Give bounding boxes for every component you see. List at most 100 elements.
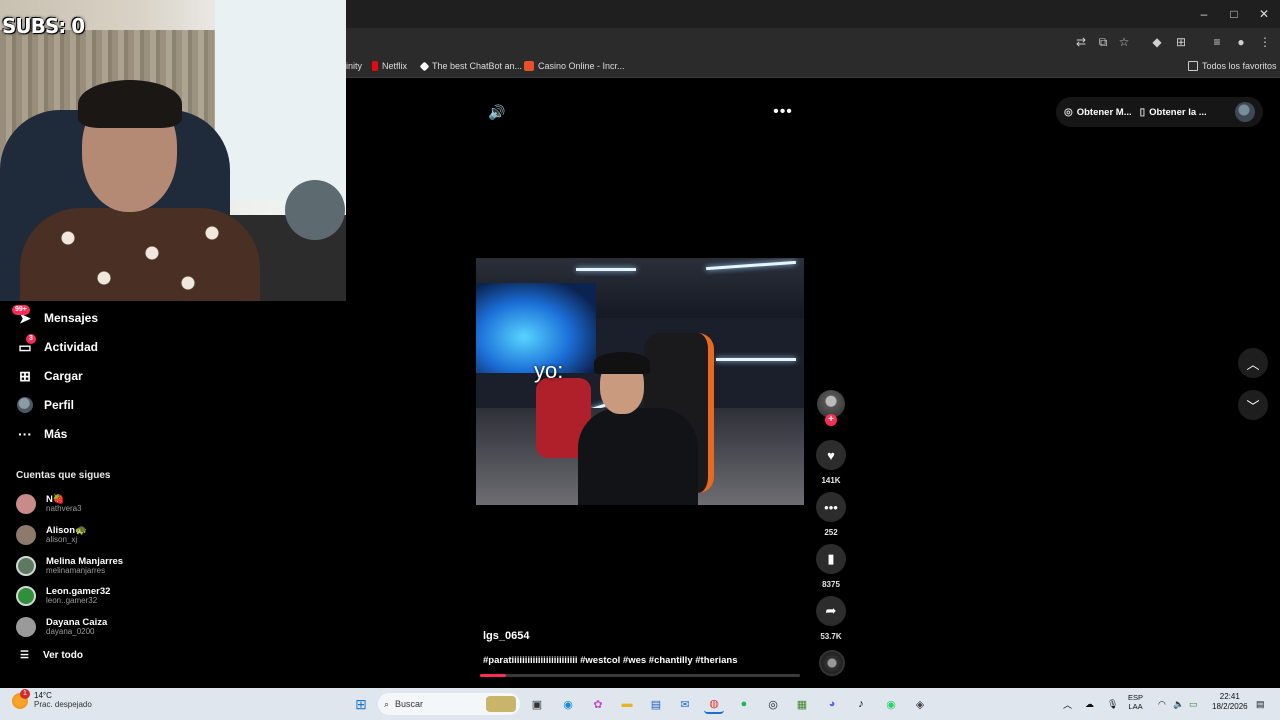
previous-video-button[interactable]: ︿ xyxy=(1238,348,1268,378)
sidebar-item-label: Cargar xyxy=(44,369,83,383)
like-count: 141K xyxy=(821,476,841,485)
bookmark-all-favorites[interactable]: Todos los favoritos xyxy=(1188,61,1277,71)
activity-badge: 3 xyxy=(26,334,36,344)
file-explorer-icon[interactable]: ▬ xyxy=(617,694,637,714)
obs-icon[interactable]: ◎ xyxy=(763,694,783,714)
browser-menu-icon[interactable]: ⋮ xyxy=(1256,33,1274,51)
avatar xyxy=(16,617,36,637)
bookmark-star-icon[interactable]: ☆ xyxy=(1115,33,1133,51)
save-button[interactable]: ▮ xyxy=(816,544,846,574)
chrome-icon[interactable]: ◍ xyxy=(704,694,724,714)
account-username: dayana_0200 xyxy=(46,626,95,636)
spotify-icon[interactable]: ● xyxy=(734,694,754,714)
sidebar-item-perfil[interactable]: Perfil xyxy=(16,393,74,417)
coin-icon: ◎ xyxy=(1064,106,1073,118)
video-progress-bar[interactable] xyxy=(480,674,800,677)
share-icon: ➦ xyxy=(825,603,837,618)
sidebar-item-mas[interactable]: ··· Más xyxy=(16,422,67,446)
volume-icon[interactable]: 🔊 xyxy=(487,102,507,122)
bookmark-label: inity xyxy=(346,61,363,71)
windows-taskbar: 1 14°C Prac. despejado ⊞ ⌕ Buscar ▣ ◉ ✿ … xyxy=(0,688,1280,720)
video-player[interactable]: yo: xyxy=(476,258,804,505)
get-app-button[interactable]: ▯ Obtener la ... xyxy=(1140,107,1207,118)
sidebar-item-mensajes[interactable]: ➤ 99+ Mensajes xyxy=(12,305,99,330)
windows-start-icon[interactable]: ⊞ xyxy=(351,694,371,714)
sidebar-item-label: Mensajes xyxy=(44,311,99,325)
get-coins-button[interactable]: ◎ Obtener M... xyxy=(1064,107,1132,118)
music-disc-icon[interactable] xyxy=(819,650,845,676)
activity-icon: ▭ 3 xyxy=(16,334,36,356)
bookmark-item[interactable]: inity xyxy=(346,61,362,71)
followed-account[interactable]: Leon.gamer32 leon..gamer32 xyxy=(16,583,156,609)
taskbar-search[interactable]: ⌕ Buscar xyxy=(378,693,520,715)
bookmark-casino[interactable]: Casino Online - Incr... xyxy=(524,61,625,71)
taskbar-clock[interactable]: 22:41 18/2/2026 xyxy=(1212,692,1248,711)
discord-icon[interactable]: ◕ xyxy=(822,694,842,714)
edge-icon[interactable]: ◉ xyxy=(558,694,578,714)
avatar xyxy=(16,586,36,606)
extension-diamond-icon[interactable]: ◆ xyxy=(1148,33,1166,51)
wifi-icon[interactable]: ◠ xyxy=(1158,688,1166,720)
extensions-puzzle-icon[interactable]: ⊞ xyxy=(1172,33,1190,51)
install-app-icon[interactable]: ⧉ xyxy=(1094,33,1112,51)
tray-overflow-icon[interactable]: ︿ xyxy=(1063,688,1072,720)
bookmark-label: Netflix xyxy=(382,61,408,71)
microphone-icon[interactable]: 🎙 xyxy=(1107,688,1118,720)
screen: – □ ✕ ⇄ ⧉ ☆ ◆ ⊞ ≡ ● ⋮ inity Netflix The … xyxy=(0,0,1280,720)
app-icon[interactable]: ◈ xyxy=(910,694,930,714)
like-button[interactable]: ♥ xyxy=(816,440,846,470)
language-indicator[interactable]: ESP LAA xyxy=(1128,693,1143,711)
send-icon: ➤ 99+ xyxy=(12,305,34,327)
whatsapp-icon[interactable]: ◉ xyxy=(881,694,901,714)
webcam-person-body xyxy=(20,208,260,301)
copilot-icon[interactable]: ✿ xyxy=(588,694,608,714)
battery-icon[interactable]: ▭ xyxy=(1189,688,1198,720)
speaker-icon[interactable]: 🔈 xyxy=(1173,688,1184,720)
minecraft-icon[interactable]: ▦ xyxy=(792,694,812,714)
tiktok-icon[interactable]: ♪ xyxy=(851,694,871,714)
bookmark-icon: ▮ xyxy=(827,551,835,566)
more-options-icon[interactable]: ••• xyxy=(772,102,794,122)
webcam-window xyxy=(215,0,346,200)
sidebar-item-label: Más xyxy=(44,427,68,441)
webcam-plush-toy xyxy=(285,180,345,240)
bookmark-netflix[interactable]: Netflix xyxy=(372,61,407,71)
followed-account[interactable]: Dayana Caiza dayana_0200 xyxy=(16,614,156,640)
avatar xyxy=(16,556,36,576)
outlook-icon[interactable]: ✉ xyxy=(675,694,695,714)
chevron-down-icon: ﹀ xyxy=(1246,398,1260,414)
weather-widget[interactable]: 1 14°C Prac. despejado xyxy=(12,688,92,710)
account-username: alison_xj xyxy=(46,534,78,544)
close-button[interactable]: ✕ xyxy=(1248,0,1280,28)
more-icon: ··· xyxy=(18,426,32,442)
minimize-button[interactable]: – xyxy=(1188,0,1220,28)
browser-toolbar: ⇄ ⧉ ☆ ◆ ⊞ ≡ ● ⋮ xyxy=(346,28,1280,56)
video-scene-light xyxy=(576,268,636,271)
profile-icon[interactable]: ● xyxy=(1232,33,1250,51)
sidebar-item-cargar[interactable]: ⊞ Cargar xyxy=(16,364,83,388)
next-video-button[interactable]: ﹀ xyxy=(1238,390,1268,420)
sidebar-item-actividad[interactable]: ▭ 3 Actividad xyxy=(16,334,98,359)
notification-icon[interactable]: ▤ xyxy=(1256,688,1265,720)
follow-plus-icon[interactable]: + xyxy=(825,414,837,426)
comment-button[interactable]: ••• xyxy=(816,492,846,522)
translate-icon[interactable]: ⇄ xyxy=(1072,33,1090,51)
task-view-icon[interactable]: ▣ xyxy=(527,694,547,714)
see-all-button[interactable]: ☰ Ver todo xyxy=(20,650,83,661)
onedrive-icon[interactable]: ☁ xyxy=(1085,688,1094,720)
video-author[interactable]: lgs_0654 xyxy=(483,630,529,642)
store-icon[interactable]: ▤ xyxy=(646,694,666,714)
followed-account[interactable]: Alison🐢 alison_xj xyxy=(16,522,156,548)
search-highlight-icon xyxy=(486,696,516,712)
media-queue-icon[interactable]: ≡ xyxy=(1208,33,1226,51)
chatbot-icon xyxy=(419,61,430,71)
webcam-overlay: SUBS: 0 xyxy=(0,0,346,301)
clock-date: 18/2/2026 xyxy=(1212,701,1248,711)
bookmark-chatbot[interactable]: The best ChatBot an... xyxy=(419,61,522,71)
maximize-button[interactable]: □ xyxy=(1218,0,1250,28)
followed-account[interactable]: N🍓 nathvera3 xyxy=(16,491,156,517)
user-avatar[interactable] xyxy=(1235,102,1255,122)
followed-account[interactable]: Melina Manjarres melinamanjarres xyxy=(16,553,156,579)
share-button[interactable]: ➦ xyxy=(816,596,846,626)
video-description[interactable]: #paratiiiiiiiiiiiiiiiiiiiiiiiii #westcol… xyxy=(483,655,738,666)
